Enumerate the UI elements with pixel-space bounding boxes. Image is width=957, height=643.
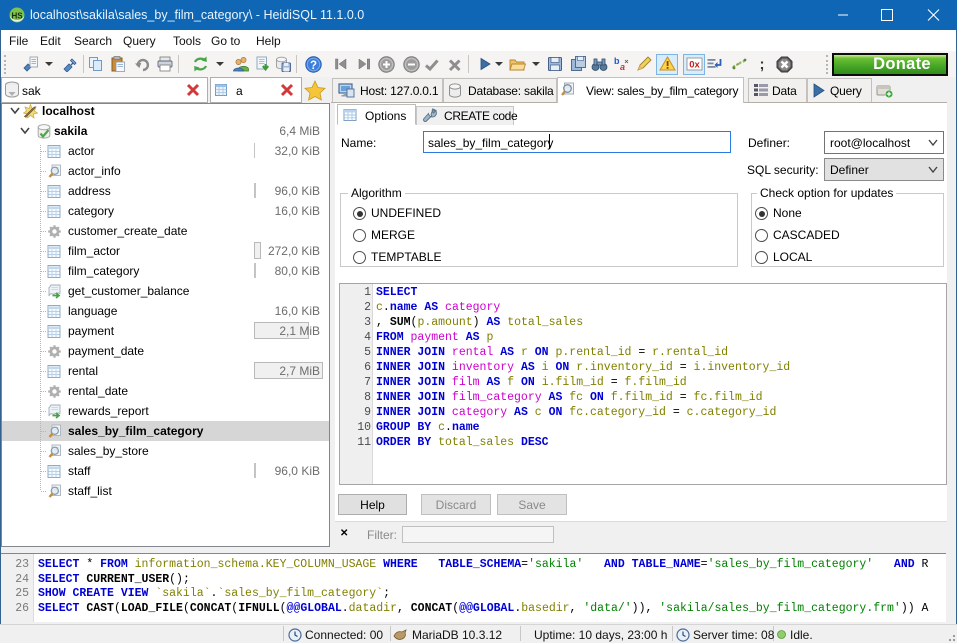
svg-text:0x: 0x	[689, 60, 700, 71]
svg-text:?: ?	[310, 60, 317, 72]
svg-text:HS: HS	[11, 12, 23, 21]
svg-text:a: a	[620, 62, 625, 72]
svg-text:;: ;	[760, 56, 765, 72]
